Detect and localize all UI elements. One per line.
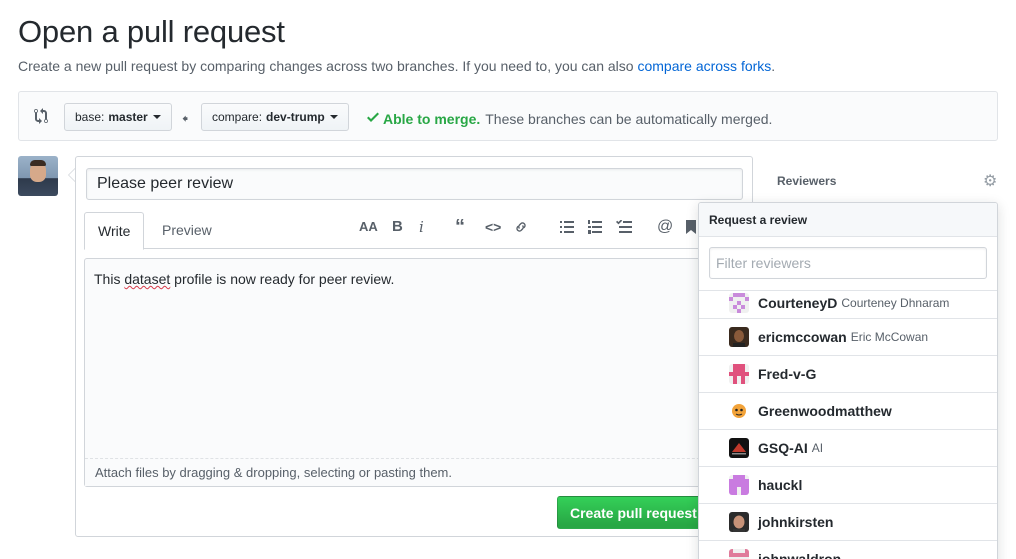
pr-body-editor[interactable]: This dataset profile is now ready for pe… [84,258,746,487]
reviewer-item[interactable]: hauckl [699,467,997,504]
caret-down-icon [152,115,161,119]
reviewer-login: Greenwoodmatthew [758,403,892,419]
merge-ok-text: Able to merge. [383,110,481,127]
avatar-hair [30,160,46,166]
tab-preview[interactable]: Preview [149,212,225,249]
merge-status: Able to merge. These branches can be aut… [367,109,772,128]
text-size-icon[interactable]: AA [359,217,378,237]
base-branch-select[interactable]: base: master [64,103,172,131]
bookmark-icon[interactable] [686,217,696,237]
italic-icon[interactable]: i [419,217,424,237]
identicon-avatar [729,549,749,559]
task-list-icon[interactable] [616,217,632,237]
reviewer-item[interactable]: Greenwoodmatthew [699,393,997,430]
tab-write[interactable]: Write [84,212,145,250]
base-label: base: [75,110,105,124]
page-subtitle: Create a new pull request by comparing c… [18,58,775,74]
pr-title-input[interactable] [86,168,743,200]
numbered-list-icon[interactable] [588,217,602,237]
reviewer-login: Fred-v-G [758,366,817,382]
photo-avatar [729,327,749,347]
cartoon-avatar [729,401,749,421]
pull-request-form: Write Preview AA B i “ <> @ This dataset… [68,156,753,537]
photo-avatar [729,512,749,532]
gear-icon[interactable]: ⚙ [983,174,997,190]
reviewer-login: hauckl [758,477,803,493]
caret-down-icon [329,115,338,119]
bulleted-list-icon[interactable] [560,217,574,237]
code-icon[interactable]: <> [485,217,501,237]
reviewer-login: CourteneyD [758,295,838,311]
git-compare-icon [34,108,50,124]
compare-across-forks-link[interactable]: compare across forks [637,58,771,74]
bold-icon[interactable]: B [392,217,403,237]
reviewer-login: johnwaldron [758,551,842,559]
merge-status-text: These branches can be automatically merg… [485,110,773,127]
user-avatar [18,156,58,196]
editor-tabnav: Write Preview [84,212,746,250]
base-branch-name: master [108,110,148,124]
subtitle-text: Create a new pull request by comparing c… [18,58,638,74]
reviewer-login: johnkirsten [758,514,834,530]
pr-body-text: This dataset profile is now ready for pe… [94,271,394,287]
reviewer-name: Courteney Dhnaram [841,296,950,310]
body-text-before: This [94,271,125,287]
branch-range-editor: base: master 🠸 compare: dev-trump Able to … [18,91,998,141]
mention-icon[interactable]: @ [657,217,673,237]
reviewer-name: AI [811,441,824,455]
body-text-misspelled: dataset [124,271,171,287]
dropdown-header: Request a review [699,203,997,237]
compare-label: compare: [212,110,263,124]
file-attach-hint[interactable]: Attach files by dragging & dropping, sel… [85,458,745,486]
filter-reviewers-input[interactable] [709,247,987,279]
compare-branch-name: dev-trump [266,110,325,124]
reviewer-name: Eric McCowan [850,330,929,344]
quote-icon[interactable]: “ [455,217,465,237]
identicon-avatar [729,364,749,384]
subtitle-end: . [771,58,776,74]
reviewers-heading: Reviewers [777,174,837,188]
reviewer-item[interactable]: CourteneyD Courteney Dhnaram [699,288,997,319]
body-text-after: profile is now ready for peer review. [170,271,395,287]
reviewer-item[interactable]: GSQ-AI AI [699,430,997,467]
reviewer-item[interactable]: johnwaldron [699,541,997,559]
logo-avatar [729,438,749,458]
reviewer-item[interactable]: Fred-v-G [699,356,997,393]
reviewer-login: ericmccowan [758,329,847,345]
page-title: Open a pull request [18,14,285,49]
reviewer-select-menu: Request a review CourteneyD Courteney Dh… [698,202,998,559]
compare-branch-select[interactable]: compare: dev-trump [201,103,349,131]
check-icon [367,109,379,128]
reviewer-item[interactable]: johnkirsten [699,504,997,541]
identicon-avatar [729,293,749,313]
arrow-left-icon: 🠸 [182,112,189,126]
filter-wrap [699,237,997,291]
identicon-avatar [729,475,749,495]
link-icon[interactable] [513,217,529,237]
reviewer-item[interactable]: ericmccowan Eric McCowan [699,319,997,356]
reviewer-login: GSQ-AI [758,440,808,456]
